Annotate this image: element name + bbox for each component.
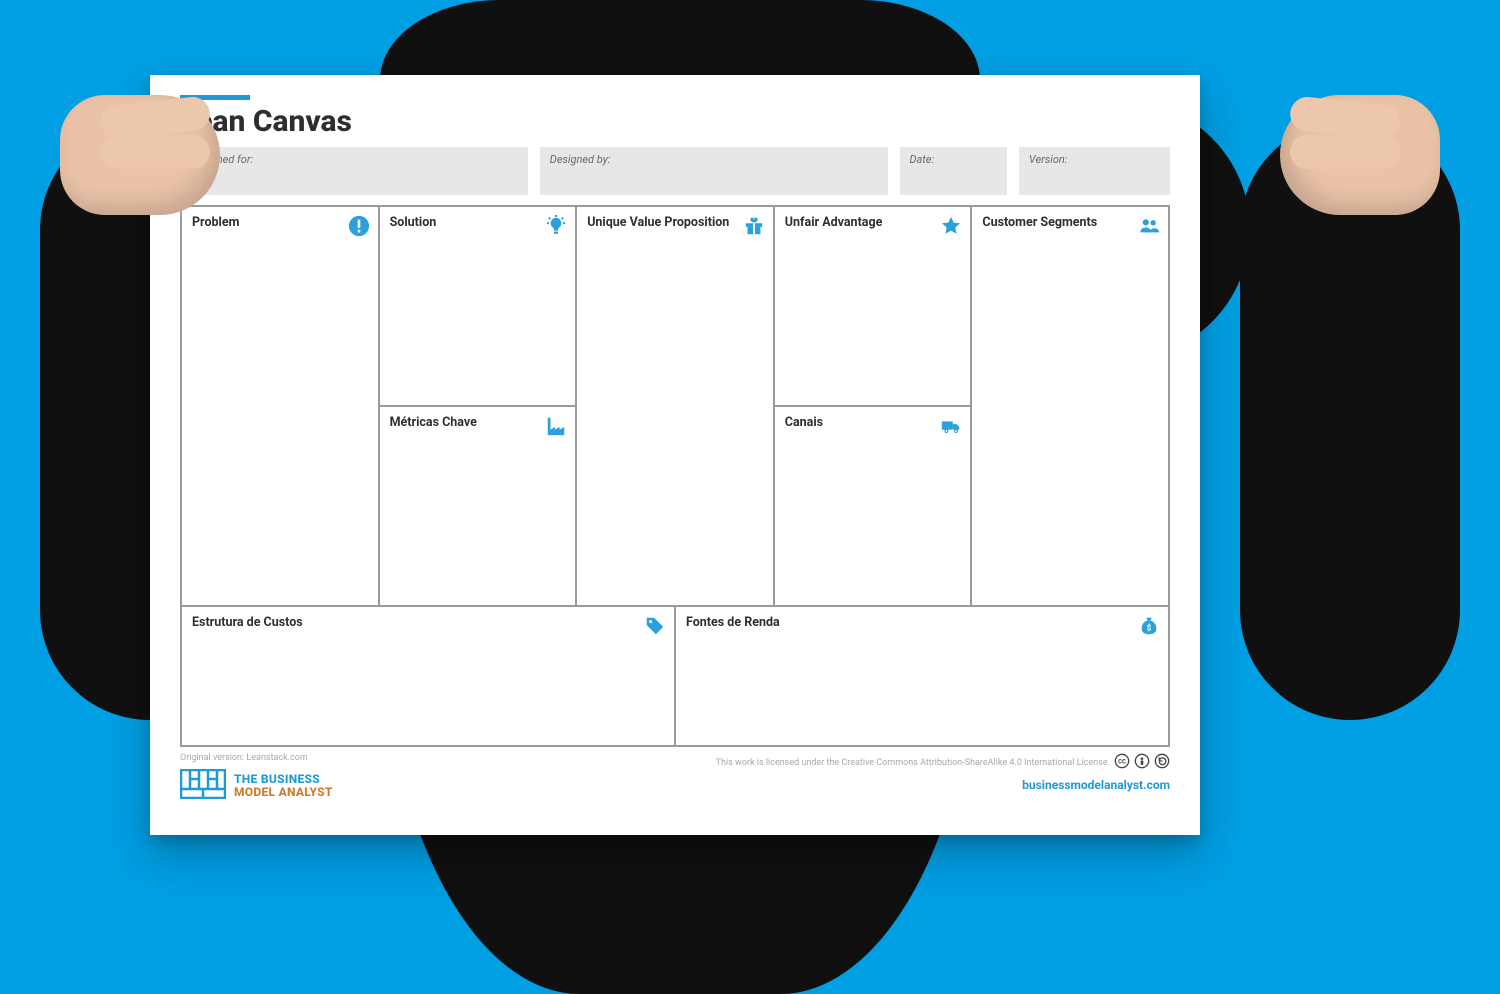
field-version[interactable]: Version: [1019,147,1170,195]
page-title: Lean Canvas [180,104,1170,139]
cc-icon: CC [1114,753,1130,772]
site-link[interactable]: businessmodelanalyst.com [716,778,1170,792]
factory-icon [545,415,567,437]
license-text: This work is licensed under the Creative… [716,758,1110,768]
canvas-grid: Problem Solution Mé [180,205,1170,747]
block-solution[interactable]: Solution [379,206,577,406]
label-solution: Solution [390,215,566,230]
field-designed-by[interactable]: Designed by: [540,147,888,195]
field-date[interactable]: Date: [900,147,1007,195]
brand-logo-icon [180,769,226,802]
cc-by-icon [1134,753,1150,772]
cc-sa-icon [1154,753,1170,772]
tag-icon [644,615,666,637]
block-channels[interactable]: Canais [774,406,972,606]
meta-row: Designed for: Designed by: Date: Version… [180,147,1170,195]
brand-line-1: THE BUSINESS [234,773,333,786]
label-metrics: Métricas Chave [390,415,566,430]
truck-icon [940,415,962,437]
label-segments: Customer Segments [982,215,1158,230]
label-unfair: Unfair Advantage [785,215,961,230]
block-unique-value-proposition[interactable]: Unique Value Proposition [576,206,774,606]
svg-text:CC: CC [1118,759,1126,766]
label-problem: Problem [192,215,368,230]
star-icon [940,215,962,237]
block-cost-structure[interactable]: Estrutura de Custos [181,606,675,746]
label-uvp: Unique Value Proposition [587,215,763,230]
money-bag-icon: $ [1138,615,1160,637]
label-revenue: Fontes de Renda [686,615,1158,630]
exclamation-icon [348,215,370,237]
original-credit: Original version: Leanstack.com [180,753,333,763]
block-key-metrics[interactable]: Métricas Chave [379,406,577,606]
lightbulb-icon [545,215,567,237]
users-icon [1138,215,1160,237]
brand: THE BUSINESS MODEL ANALYST [180,769,333,802]
label-costs: Estrutura de Custos [192,615,664,630]
footer: Original version: Leanstack.com [180,753,1170,802]
right-hand [1280,95,1440,215]
lean-canvas-sheet: Lean Canvas Designed for: Designed by: D… [150,75,1200,835]
svg-text:$: $ [1147,623,1152,634]
block-customer-segments[interactable]: Customer Segments [971,206,1169,606]
brand-line-2: MODEL ANALYST [234,786,333,799]
block-problem[interactable]: Problem [181,206,379,606]
block-unfair-advantage[interactable]: Unfair Advantage [774,206,972,406]
field-designed-for[interactable]: Designed for: [180,147,528,195]
block-revenue-streams[interactable]: Fontes de Renda $ [675,606,1169,746]
label-channels: Canais [785,415,961,430]
left-hand [60,95,220,215]
gift-icon [743,215,765,237]
